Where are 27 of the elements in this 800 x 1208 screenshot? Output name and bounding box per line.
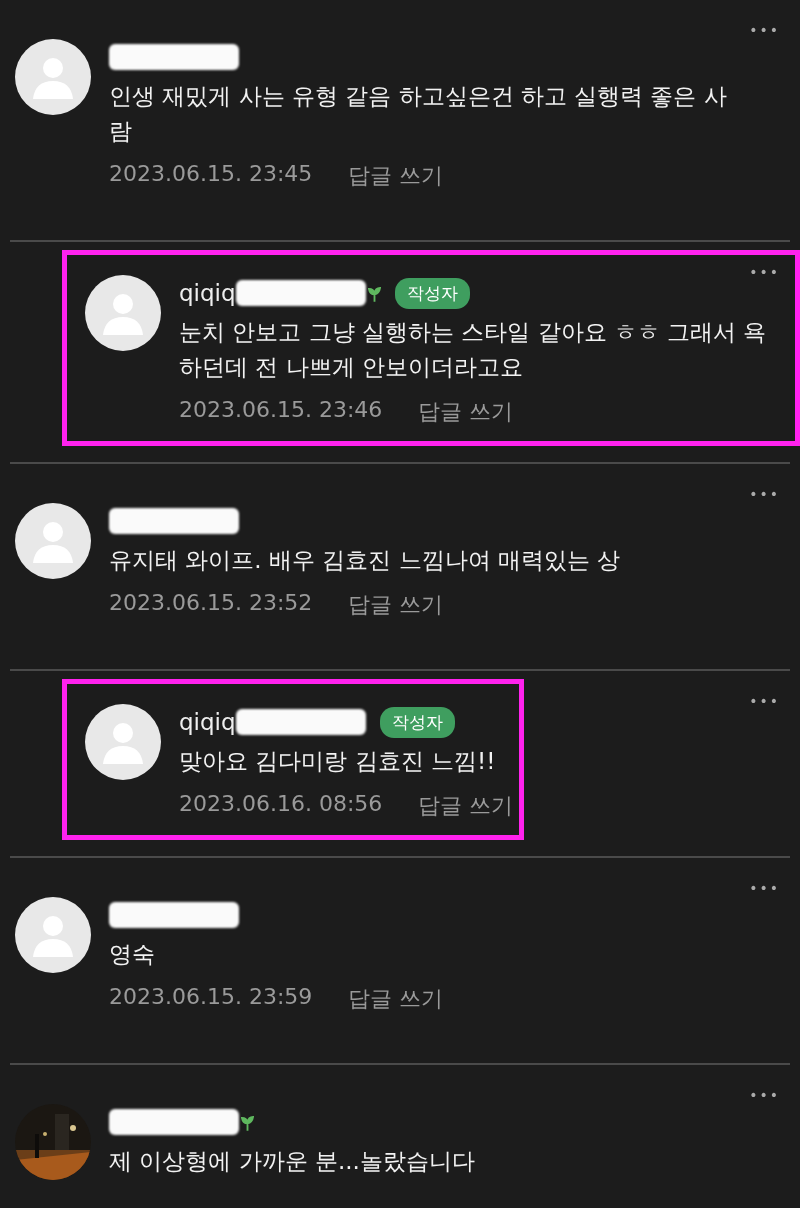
more-icon[interactable]: ••• [749, 486, 780, 502]
comment-date: 2023.06.15. 23:59 [109, 984, 313, 1011]
comment-date: 2023.06.15. 23:45 [109, 161, 313, 188]
comment-text: 제 이상형에 가까운 분...놀랐습니다 [109, 1147, 475, 1176]
username[interactable]: qiqiq [179, 709, 236, 735]
reply-link[interactable]: 답글 쓰기 [348, 161, 444, 191]
comment-date: 2023.06.15. 23:52 [109, 590, 313, 617]
author-badge: 작성자 [394, 277, 470, 309]
comment-date: 2023.06.15. 23:46 [179, 397, 383, 424]
more-icon[interactable]: ••• [749, 1087, 780, 1103]
reply-link[interactable]: 답글 쓰기 [418, 397, 514, 427]
comment-text: 유지태 와이프. 배우 김효진 느낌나여 매력있는 상 [109, 546, 621, 575]
more-icon[interactable]: ••• [749, 264, 780, 280]
reply-link[interactable]: 답글 쓰기 [348, 590, 444, 620]
comment-text: 영숙 [109, 940, 156, 969]
reply-link[interactable]: 답글 쓰기 [418, 791, 514, 821]
reply-link[interactable]: 답글 쓰기 [348, 984, 444, 1014]
comment-text: 맞아요 김다미랑 김효진 느낌!! [179, 747, 497, 776]
comment-text: 눈치 안보고 그냥 실행하는 스타일 같아요 ㅎㅎ 그래서 욕하던데 전 나쁘게 안보이더라고요 [179, 318, 768, 382]
more-icon[interactable]: ••• [749, 693, 780, 709]
more-icon[interactable]: ••• [749, 880, 780, 896]
more-icon[interactable]: ••• [749, 22, 780, 38]
author-badge: 작성자 [379, 706, 455, 738]
comment-date: 2023.06.16. 08:56 [179, 791, 383, 818]
comment-text: 인생 재밌게 사는 유형 같음 하고싶은건 하고 실행력 좋은 사람 [109, 82, 728, 146]
username[interactable]: qiqiq [179, 280, 236, 306]
avatar-icon [85, 275, 161, 351]
